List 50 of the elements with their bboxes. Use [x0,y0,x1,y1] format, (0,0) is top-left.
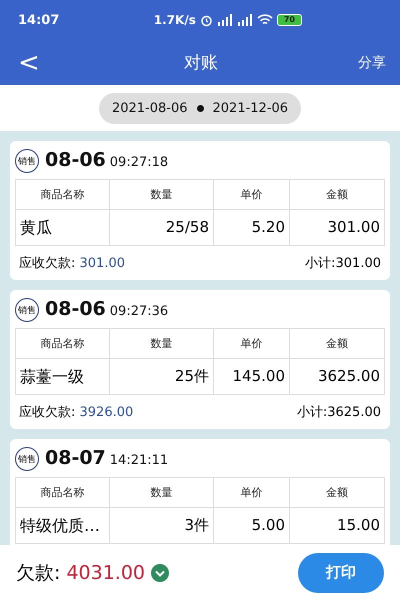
column-header: 单价 [214,180,290,210]
sale-badge: 销售 [15,447,39,471]
column-header: 数量 [110,478,214,508]
signal-icon [216,14,233,26]
table-cell: 301.00 [290,210,385,246]
order-time: 09:27:36 [110,304,168,319]
column-header: 单价 [214,329,290,359]
table-cell: 5.20 [214,210,290,246]
order-date: 08-06 [45,149,106,171]
column-header: 商品名称 [16,478,110,508]
table-cell: 黄瓜 [16,210,110,246]
order-time: 14:21:11 [110,453,168,468]
battery-level: 70 [276,14,302,26]
wifi-icon [256,14,273,26]
receivable-debt: 应收欠款: 3926.00 [19,404,134,421]
order-date: 08-06 [45,298,106,320]
page-title: 对账 [184,52,218,74]
table-cell: 5.00 [214,508,290,544]
table-cell: 3件 [110,508,214,544]
sale-badge: 销售 [15,298,39,322]
column-header: 单价 [214,478,290,508]
table-cell: 15.00 [290,508,385,544]
back-button[interactable]: < [14,50,44,76]
table-cell: 3625.00 [290,359,385,395]
order-date: 08-07 [45,447,106,469]
column-header: 金额 [290,180,385,210]
column-header: 数量 [110,329,214,359]
receivable-debt: 应收欠款: 301.00 [19,255,126,272]
table-cell: 25件 [110,359,214,395]
share-button[interactable]: 分享 [358,54,386,72]
print-button[interactable]: 打印 [298,552,384,592]
column-header: 数量 [110,180,214,210]
date-range-button[interactable]: 2021-08-06 2021-12-06 [98,92,302,124]
table-cell: 特级优质… [16,508,110,544]
table-cell: 145.00 [214,359,290,395]
order-time: 09:27:18 [110,155,168,170]
clock: 14:07 [18,12,60,28]
network-speed: 1.7K/s [154,13,196,27]
total-debt: 欠款: 4031.00 [16,560,146,586]
column-header: 金额 [290,478,385,508]
subtotal: 小计:3625.00 [296,404,381,421]
column-header: 金额 [290,329,385,359]
column-header: 商品名称 [16,180,110,210]
subtotal: 小计:301.00 [305,255,381,272]
table-cell: 25/58 [110,210,214,246]
signal-icon [236,14,253,26]
column-header: 商品名称 [16,329,110,359]
sale-badge: 销售 [15,149,39,173]
expand-icon[interactable] [151,564,170,582]
table-cell: 蒜薹一级 [16,359,110,395]
